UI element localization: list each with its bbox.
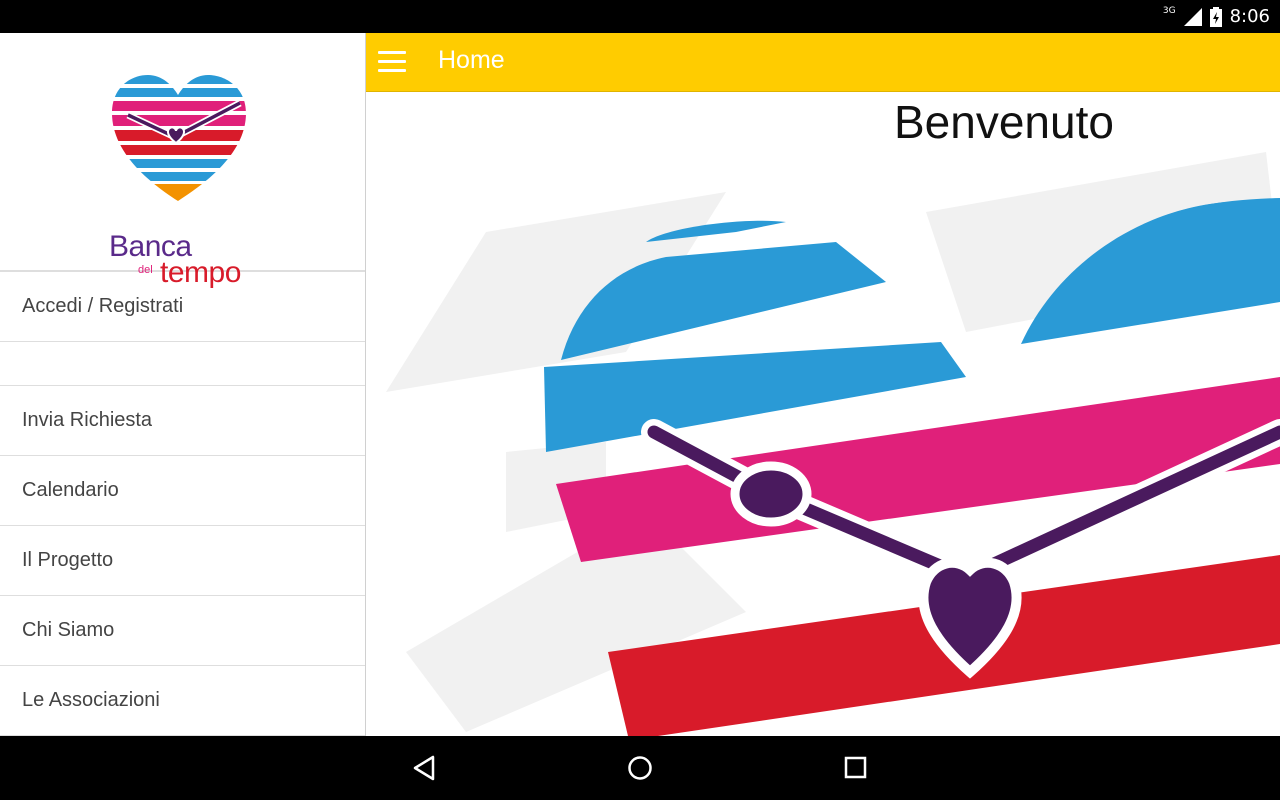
drawer-item-empty[interactable] bbox=[0, 342, 365, 386]
hamburger-menu-icon[interactable] bbox=[378, 51, 406, 73]
heart-clock-banner-icon bbox=[386, 152, 1280, 736]
signal-icon bbox=[1183, 7, 1202, 26]
drawer-item-le-associazioni[interactable]: Le Associazioni bbox=[0, 666, 365, 736]
system-navigation-bar bbox=[0, 736, 1280, 800]
drawer-item-il-progetto[interactable]: Il Progetto bbox=[0, 526, 365, 596]
app-logo: Banca del tempo bbox=[0, 33, 365, 289]
main-content: Benvenuto bbox=[366, 92, 1280, 736]
home-circle-icon[interactable] bbox=[626, 754, 654, 782]
welcome-heading: Benvenuto bbox=[894, 96, 1114, 148]
clock: 8:06 bbox=[1229, 6, 1270, 27]
navigation-drawer: Banca del tempo Accedi / Registrati Invi… bbox=[0, 33, 366, 736]
brand-name-del: del bbox=[138, 264, 153, 276]
drawer-item-calendario[interactable]: Calendario bbox=[0, 456, 365, 526]
status-icons: 3G 8:06 bbox=[1163, 0, 1270, 33]
app-bar-title: Home bbox=[438, 46, 505, 74]
status-bar: 3G 8:06 bbox=[0, 0, 1280, 33]
network-type: 3G bbox=[1162, 5, 1176, 16]
recents-square-icon[interactable] bbox=[843, 754, 869, 782]
back-triangle-icon[interactable] bbox=[411, 754, 439, 782]
drawer-item-chi-siamo[interactable]: Chi Siamo bbox=[0, 596, 365, 666]
brand-name-tempo: tempo bbox=[160, 256, 241, 289]
drawer-item-invia-richiesta[interactable]: Invia Richiesta bbox=[0, 386, 365, 456]
battery-icon bbox=[1209, 6, 1222, 27]
app-bar: Home bbox=[366, 33, 1280, 92]
